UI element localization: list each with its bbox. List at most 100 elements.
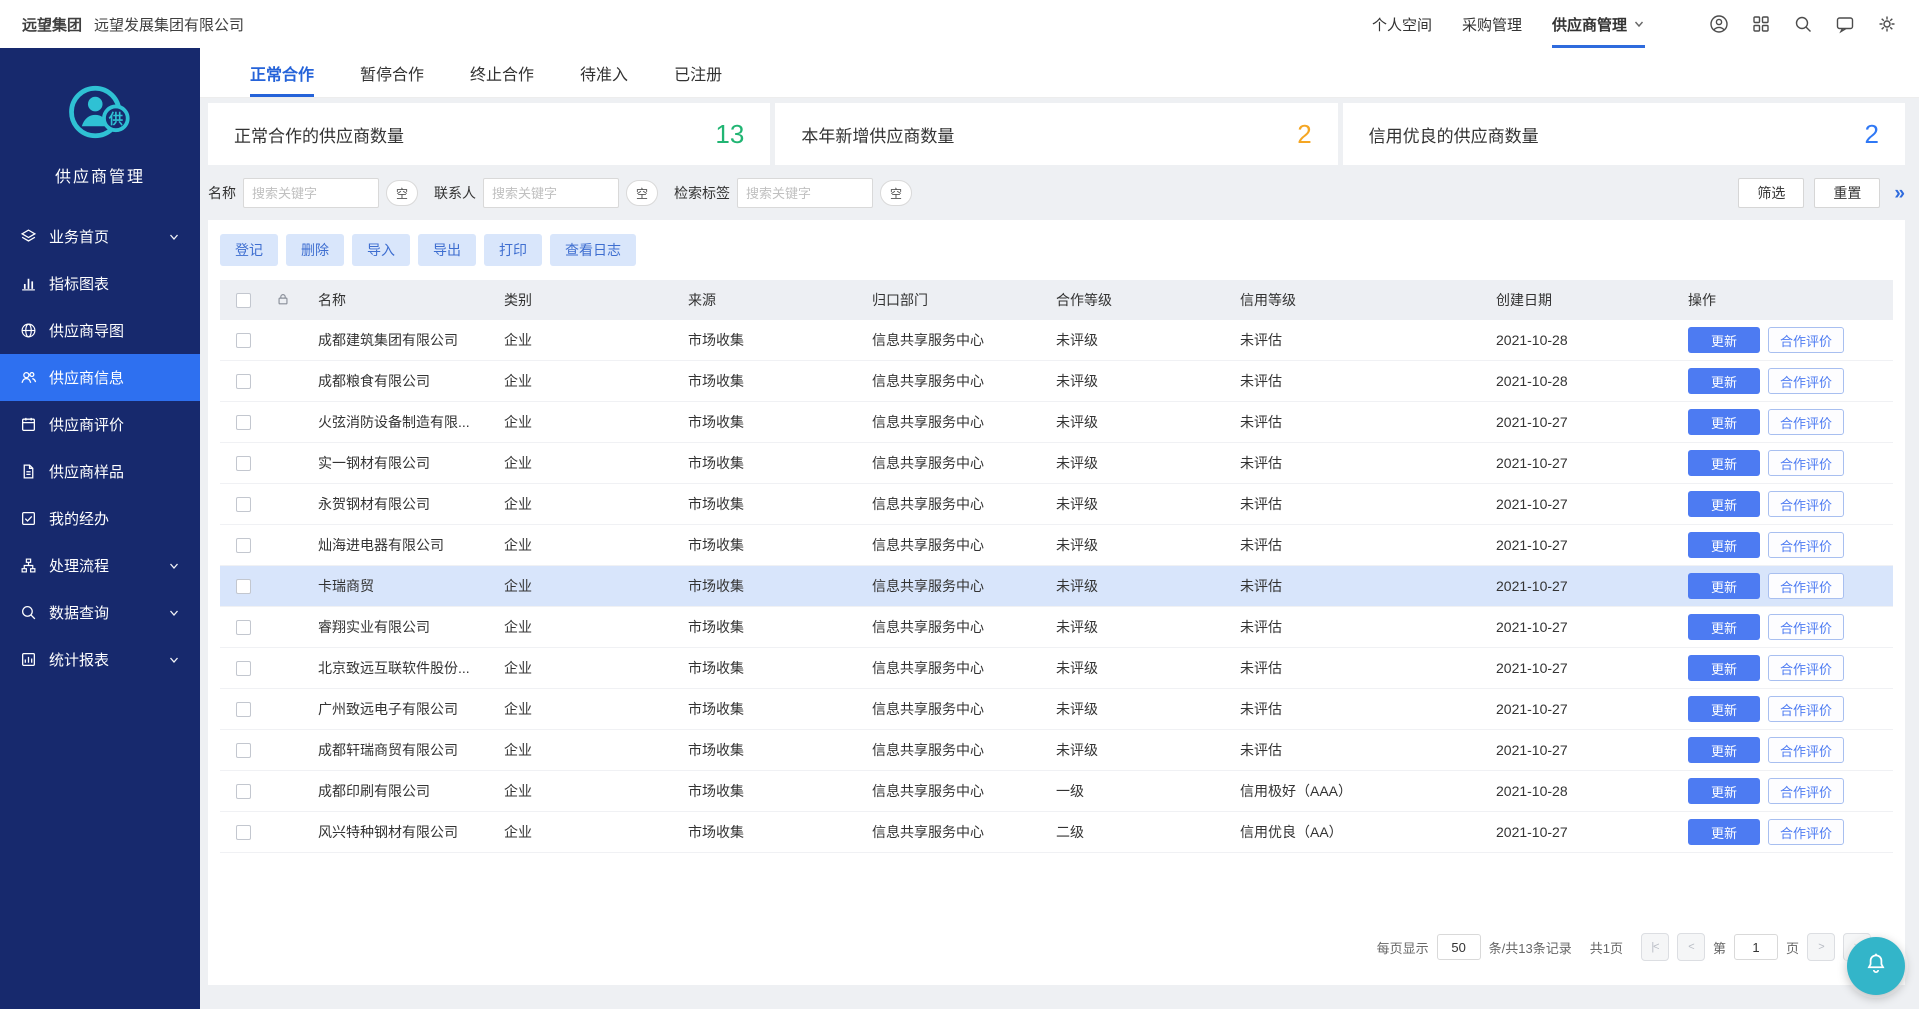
table-row[interactable]: 成都轩瑞商贸有限公司 企业 市场收集 信息共享服务中心 未评级 未评估 2021… [220, 730, 1893, 771]
toolbar-button[interactable]: 导入 [352, 234, 410, 266]
page-number-input[interactable] [1734, 934, 1778, 960]
update-button[interactable]: 更新 [1688, 491, 1760, 517]
cooperation-evaluation-button[interactable]: 合作评价 [1768, 614, 1844, 640]
nav-supplier-management[interactable]: 供应商管理 [1552, 0, 1645, 48]
search-icon[interactable] [1793, 14, 1813, 34]
cooperation-evaluation-button[interactable]: 合作评价 [1768, 368, 1844, 394]
first-page-button[interactable]: |< [1641, 933, 1669, 961]
row-checkbox[interactable] [236, 661, 251, 676]
row-checkbox[interactable] [236, 333, 251, 348]
sidebar-item-supplier-samples[interactable]: 供应商样品 [0, 448, 200, 495]
table-row[interactable]: 实一钢材有限公司 企业 市场收集 信息共享服务中心 未评级 未评估 2021-1… [220, 443, 1893, 484]
sidebar-item-business-home[interactable]: 业务首页 [0, 213, 200, 260]
cooperation-evaluation-button[interactable]: 合作评价 [1768, 532, 1844, 558]
row-checkbox[interactable] [236, 579, 251, 594]
message-icon[interactable] [1835, 14, 1855, 34]
row-checkbox[interactable] [236, 825, 251, 840]
cooperation-evaluation-button[interactable]: 合作评价 [1768, 778, 1844, 804]
row-checkbox[interactable] [236, 784, 251, 799]
sidebar-item-data-query[interactable]: 数据查询 [0, 589, 200, 636]
row-checkbox[interactable] [236, 743, 251, 758]
update-button[interactable]: 更新 [1688, 614, 1760, 640]
row-checkbox[interactable] [236, 620, 251, 635]
cooperation-evaluation-button[interactable]: 合作评价 [1768, 409, 1844, 435]
sidebar-item-process-flow[interactable]: 处理流程 [0, 542, 200, 589]
cooperation-evaluation-button[interactable]: 合作评价 [1768, 737, 1844, 763]
update-button[interactable]: 更新 [1688, 532, 1760, 558]
update-button[interactable]: 更新 [1688, 655, 1760, 681]
tab-normal-cooperation[interactable]: 正常合作 [250, 48, 314, 97]
row-checkbox[interactable] [236, 497, 251, 512]
table-row[interactable]: 永贺钢材有限公司 企业 市场收集 信息共享服务中心 未评级 未评估 2021-1… [220, 484, 1893, 525]
clear-tag-button[interactable]: 空 [880, 180, 912, 206]
row-checkbox[interactable] [236, 702, 251, 717]
reset-button[interactable]: 重置 [1814, 178, 1880, 208]
tag-search-input[interactable] [737, 178, 873, 208]
tab-terminated-cooperation[interactable]: 终止合作 [470, 48, 534, 97]
sidebar-item-my-tasks[interactable]: 我的经办 [0, 495, 200, 542]
tab-registered[interactable]: 已注册 [674, 48, 722, 97]
prev-page-button[interactable]: < [1677, 933, 1705, 961]
table-row[interactable]: 成都建筑集团有限公司 企业 市场收集 信息共享服务中心 未评级 未评估 2021… [220, 320, 1893, 361]
table-row[interactable]: 睿翔实业有限公司 企业 市场收集 信息共享服务中心 未评级 未评估 2021-1… [220, 607, 1893, 648]
supplier-source: 市场收集 [688, 658, 872, 678]
tab-paused-cooperation[interactable]: 暂停合作 [360, 48, 424, 97]
toolbar-button[interactable]: 删除 [286, 234, 344, 266]
cooperation-evaluation-button[interactable]: 合作评价 [1768, 327, 1844, 353]
toolbar-button[interactable]: 打印 [484, 234, 542, 266]
table-row[interactable]: 火弦消防设备制造有限... 企业 市场收集 信息共享服务中心 未评级 未评估 2… [220, 402, 1893, 443]
records-count-label: 条/共13条记录 [1489, 938, 1572, 957]
name-search-input[interactable] [243, 178, 379, 208]
nav-procurement[interactable]: 采购管理 [1462, 0, 1522, 48]
clear-name-button[interactable]: 空 [386, 180, 418, 206]
row-checkbox[interactable] [236, 456, 251, 471]
update-button[interactable]: 更新 [1688, 368, 1760, 394]
row-checkbox[interactable] [236, 538, 251, 553]
sidebar-item-supplier-info[interactable]: 供应商信息 [0, 354, 200, 401]
table-row[interactable]: 灿海进电器有限公司 企业 市场收集 信息共享服务中心 未评级 未评估 2021-… [220, 525, 1893, 566]
update-button[interactable]: 更新 [1688, 409, 1760, 435]
table-row[interactable]: 成都印刷有限公司 企业 市场收集 信息共享服务中心 一级 信用极好（AAA） 2… [220, 771, 1893, 812]
table-row[interactable]: 北京致远互联软件股份... 企业 市场收集 信息共享服务中心 未评级 未评估 2… [220, 648, 1893, 689]
contact-search-input[interactable] [483, 178, 619, 208]
filter-button[interactable]: 筛选 [1738, 178, 1804, 208]
per-page-input[interactable] [1437, 934, 1481, 960]
row-checkbox[interactable] [236, 415, 251, 430]
expand-filters-icon[interactable]: » [1894, 184, 1905, 203]
row-checkbox[interactable] [236, 374, 251, 389]
nav-personal-space[interactable]: 个人空间 [1372, 0, 1432, 48]
sidebar-item-supplier-evaluation[interactable]: 供应商评价 [0, 401, 200, 448]
update-button[interactable]: 更新 [1688, 450, 1760, 476]
toolbar-button[interactable]: 导出 [418, 234, 476, 266]
update-button[interactable]: 更新 [1688, 819, 1760, 845]
toolbar-button[interactable]: 登记 [220, 234, 278, 266]
update-button[interactable]: 更新 [1688, 327, 1760, 353]
flow-icon [20, 557, 37, 574]
update-button[interactable]: 更新 [1688, 778, 1760, 804]
table-row[interactable]: 风兴特种钢材有限公司 企业 市场收集 信息共享服务中心 二级 信用优良（AA） … [220, 812, 1893, 853]
select-all-checkbox[interactable] [236, 293, 251, 308]
apps-grid-icon[interactable] [1751, 14, 1771, 34]
notification-float-button[interactable] [1847, 937, 1905, 995]
table-row[interactable]: 成都粮食有限公司 企业 市场收集 信息共享服务中心 未评级 未评估 2021-1… [220, 361, 1893, 402]
cooperation-evaluation-button[interactable]: 合作评价 [1768, 655, 1844, 681]
cooperation-evaluation-button[interactable]: 合作评价 [1768, 819, 1844, 845]
update-button[interactable]: 更新 [1688, 696, 1760, 722]
next-page-button[interactable]: > [1807, 933, 1835, 961]
sidebar-item-statistics-reports[interactable]: 统计报表 [0, 636, 200, 683]
tab-pending-admission[interactable]: 待准入 [580, 48, 628, 97]
table-row[interactable]: 广州致远电子有限公司 企业 市场收集 信息共享服务中心 未评级 未评估 2021… [220, 689, 1893, 730]
cooperation-evaluation-button[interactable]: 合作评价 [1768, 450, 1844, 476]
user-icon[interactable] [1709, 14, 1729, 34]
clear-contact-button[interactable]: 空 [626, 180, 658, 206]
update-button[interactable]: 更新 [1688, 573, 1760, 599]
sidebar-item-metrics-charts[interactable]: 指标图表 [0, 260, 200, 307]
sidebar-item-supplier-map[interactable]: 供应商导图 [0, 307, 200, 354]
update-button[interactable]: 更新 [1688, 737, 1760, 763]
toolbar-button[interactable]: 查看日志 [550, 234, 636, 266]
cooperation-evaluation-button[interactable]: 合作评价 [1768, 573, 1844, 599]
table-row[interactable]: 卡瑞商贸 企业 市场收集 信息共享服务中心 未评级 未评估 2021-10-27… [220, 566, 1893, 607]
settings-icon[interactable] [1877, 14, 1897, 34]
cooperation-evaluation-button[interactable]: 合作评价 [1768, 491, 1844, 517]
cooperation-evaluation-button[interactable]: 合作评价 [1768, 696, 1844, 722]
